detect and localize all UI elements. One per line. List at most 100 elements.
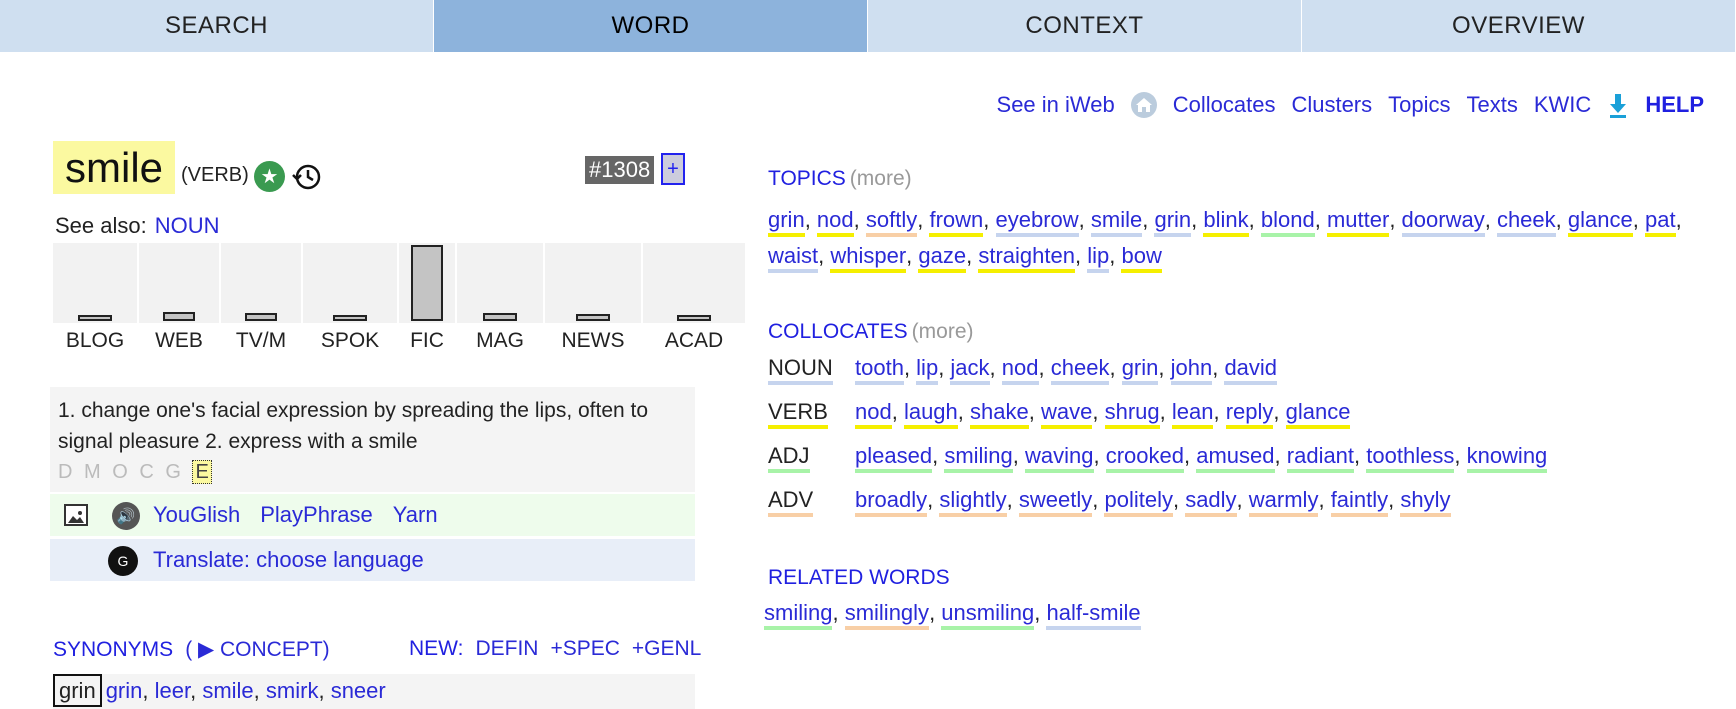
- genre-bar-news[interactable]: [576, 314, 610, 321]
- source-links[interactable]: D M O C G: [58, 461, 184, 483]
- word-link[interactable]: tooth: [855, 355, 904, 385]
- word-link[interactable]: knowing: [1466, 443, 1548, 473]
- word-link[interactable]: glance: [1567, 207, 1633, 237]
- tab-context[interactable]: CONTEXT: [868, 0, 1302, 52]
- word-link[interactable]: smiling: [764, 600, 833, 630]
- word-link[interactable]: cheek: [1050, 355, 1110, 385]
- synonym-link[interactable]: grin: [106, 678, 143, 703]
- kwic-link[interactable]: KWIC: [1534, 92, 1591, 118]
- word-link[interactable]: unsmiling: [941, 600, 1035, 630]
- defin-link[interactable]: DEFIN: [475, 637, 538, 660]
- see-also-noun-link[interactable]: NOUN: [155, 213, 220, 238]
- word-link[interactable]: toothless: [1366, 443, 1455, 473]
- word-link[interactable]: broadly: [855, 487, 928, 517]
- topics-title-link[interactable]: TOPICS: [768, 167, 846, 190]
- word-link[interactable]: warmly: [1248, 487, 1319, 517]
- word-link[interactable]: bow: [1121, 243, 1162, 273]
- topics-more-link[interactable]: (more): [850, 167, 912, 190]
- word-link[interactable]: waist: [768, 243, 819, 273]
- word-link[interactable]: nod: [816, 207, 854, 237]
- word-link[interactable]: nod: [855, 399, 892, 429]
- word-link[interactable]: grin: [1121, 355, 1159, 385]
- texts-link[interactable]: Texts: [1467, 92, 1518, 118]
- image-icon[interactable]: [64, 504, 88, 526]
- word-link[interactable]: pleased: [855, 443, 933, 473]
- collocates-more-link[interactable]: (more): [912, 320, 974, 343]
- related-words-title[interactable]: RELATED WORDS: [768, 566, 950, 590]
- word-link[interactable]: straighten: [978, 243, 1075, 273]
- yarn-link[interactable]: Yarn: [393, 502, 438, 528]
- word-link[interactable]: frown: [929, 207, 984, 237]
- word-link[interactable]: politely: [1104, 487, 1173, 517]
- word-link[interactable]: smile: [1090, 207, 1143, 237]
- genre-bar-tvm[interactable]: [245, 313, 277, 321]
- word-link[interactable]: lip: [916, 355, 939, 385]
- spec-link[interactable]: +SPEC: [550, 637, 619, 660]
- word-link[interactable]: amused: [1196, 443, 1275, 473]
- translate-icon[interactable]: G: [108, 546, 138, 576]
- source-e-active[interactable]: E: [192, 460, 212, 484]
- sound-icon[interactable]: 🔊: [112, 502, 140, 530]
- genre-bar-fic[interactable]: [411, 245, 443, 321]
- home-icon[interactable]: [1130, 92, 1157, 118]
- word-link[interactable]: grin: [768, 207, 805, 237]
- word-link[interactable]: shake: [970, 399, 1029, 429]
- word-link[interactable]: slightly: [939, 487, 1007, 517]
- synonym-link[interactable]: sneer: [331, 678, 386, 703]
- youglish-link[interactable]: YouGlish: [153, 502, 240, 528]
- word-link[interactable]: faintly: [1330, 487, 1389, 517]
- translate-link[interactable]: Translate: choose language: [153, 547, 424, 573]
- word-link[interactable]: john: [1170, 355, 1213, 385]
- genre-bar-blog[interactable]: [78, 315, 112, 321]
- synonym-link[interactable]: smirk: [266, 678, 319, 703]
- word-link[interactable]: doorway: [1401, 207, 1485, 237]
- word-link[interactable]: waving: [1025, 443, 1094, 473]
- playphrase-link[interactable]: PlayPhrase: [260, 502, 373, 528]
- word-link[interactable]: crooked: [1105, 443, 1185, 473]
- concept-toggle[interactable]: ( ▶ CONCEPT): [185, 638, 329, 661]
- collocates-link[interactable]: Collocates: [1173, 92, 1276, 118]
- collocates-title-link[interactable]: COLLOCATES: [768, 320, 908, 343]
- word-link[interactable]: jack: [950, 355, 990, 385]
- tab-overview[interactable]: OVERVIEW: [1302, 0, 1736, 52]
- word-link[interactable]: radiant: [1286, 443, 1355, 473]
- see-in-iweb-link[interactable]: See in iWeb: [997, 92, 1115, 118]
- genre-bar-spok[interactable]: [333, 315, 367, 321]
- tab-search[interactable]: SEARCH: [0, 0, 434, 52]
- word-link[interactable]: sadly: [1185, 487, 1237, 517]
- topics-link[interactable]: Topics: [1388, 92, 1450, 118]
- word-link[interactable]: gaze: [918, 243, 967, 273]
- word-link[interactable]: pat: [1644, 207, 1676, 237]
- word-link[interactable]: wave: [1040, 399, 1093, 429]
- word-link[interactable]: reply: [1225, 399, 1274, 429]
- add-to-list-button[interactable]: +: [661, 153, 685, 185]
- genre-bar-web[interactable]: [163, 312, 195, 321]
- clusters-link[interactable]: Clusters: [1291, 92, 1372, 118]
- word-link[interactable]: smiling: [944, 443, 1013, 473]
- tab-word[interactable]: WORD: [434, 0, 868, 52]
- history-icon[interactable]: [291, 161, 323, 193]
- genl-link[interactable]: +GENL: [632, 637, 701, 660]
- word-link[interactable]: david: [1224, 355, 1278, 385]
- genre-bar-acad[interactable]: [677, 315, 711, 321]
- star-icon[interactable]: ★: [254, 161, 285, 192]
- word-link[interactable]: glance: [1285, 399, 1351, 429]
- synonym-link[interactable]: leer: [155, 678, 190, 703]
- word-link[interactable]: nod: [1001, 355, 1039, 385]
- synonym-link[interactable]: smile: [202, 678, 253, 703]
- word-link[interactable]: grin: [1154, 207, 1192, 237]
- word-link[interactable]: mutter: [1326, 207, 1390, 237]
- word-link[interactable]: cheek: [1496, 207, 1556, 237]
- word-link[interactable]: blond: [1260, 207, 1315, 237]
- word-link[interactable]: laugh: [903, 399, 958, 429]
- genre-bar-mag[interactable]: [483, 313, 517, 321]
- word-link[interactable]: lean: [1171, 399, 1214, 429]
- word-link[interactable]: blink: [1203, 207, 1249, 237]
- word-link[interactable]: sweetly: [1018, 487, 1093, 517]
- word-link[interactable]: lip: [1087, 243, 1110, 273]
- word-link[interactable]: half-smile: [1046, 600, 1141, 630]
- word-link[interactable]: shrug: [1104, 399, 1160, 429]
- help-link[interactable]: HELP: [1645, 92, 1704, 118]
- download-icon[interactable]: [1607, 92, 1629, 118]
- synonyms-title[interactable]: SYNONYMS: [53, 638, 173, 661]
